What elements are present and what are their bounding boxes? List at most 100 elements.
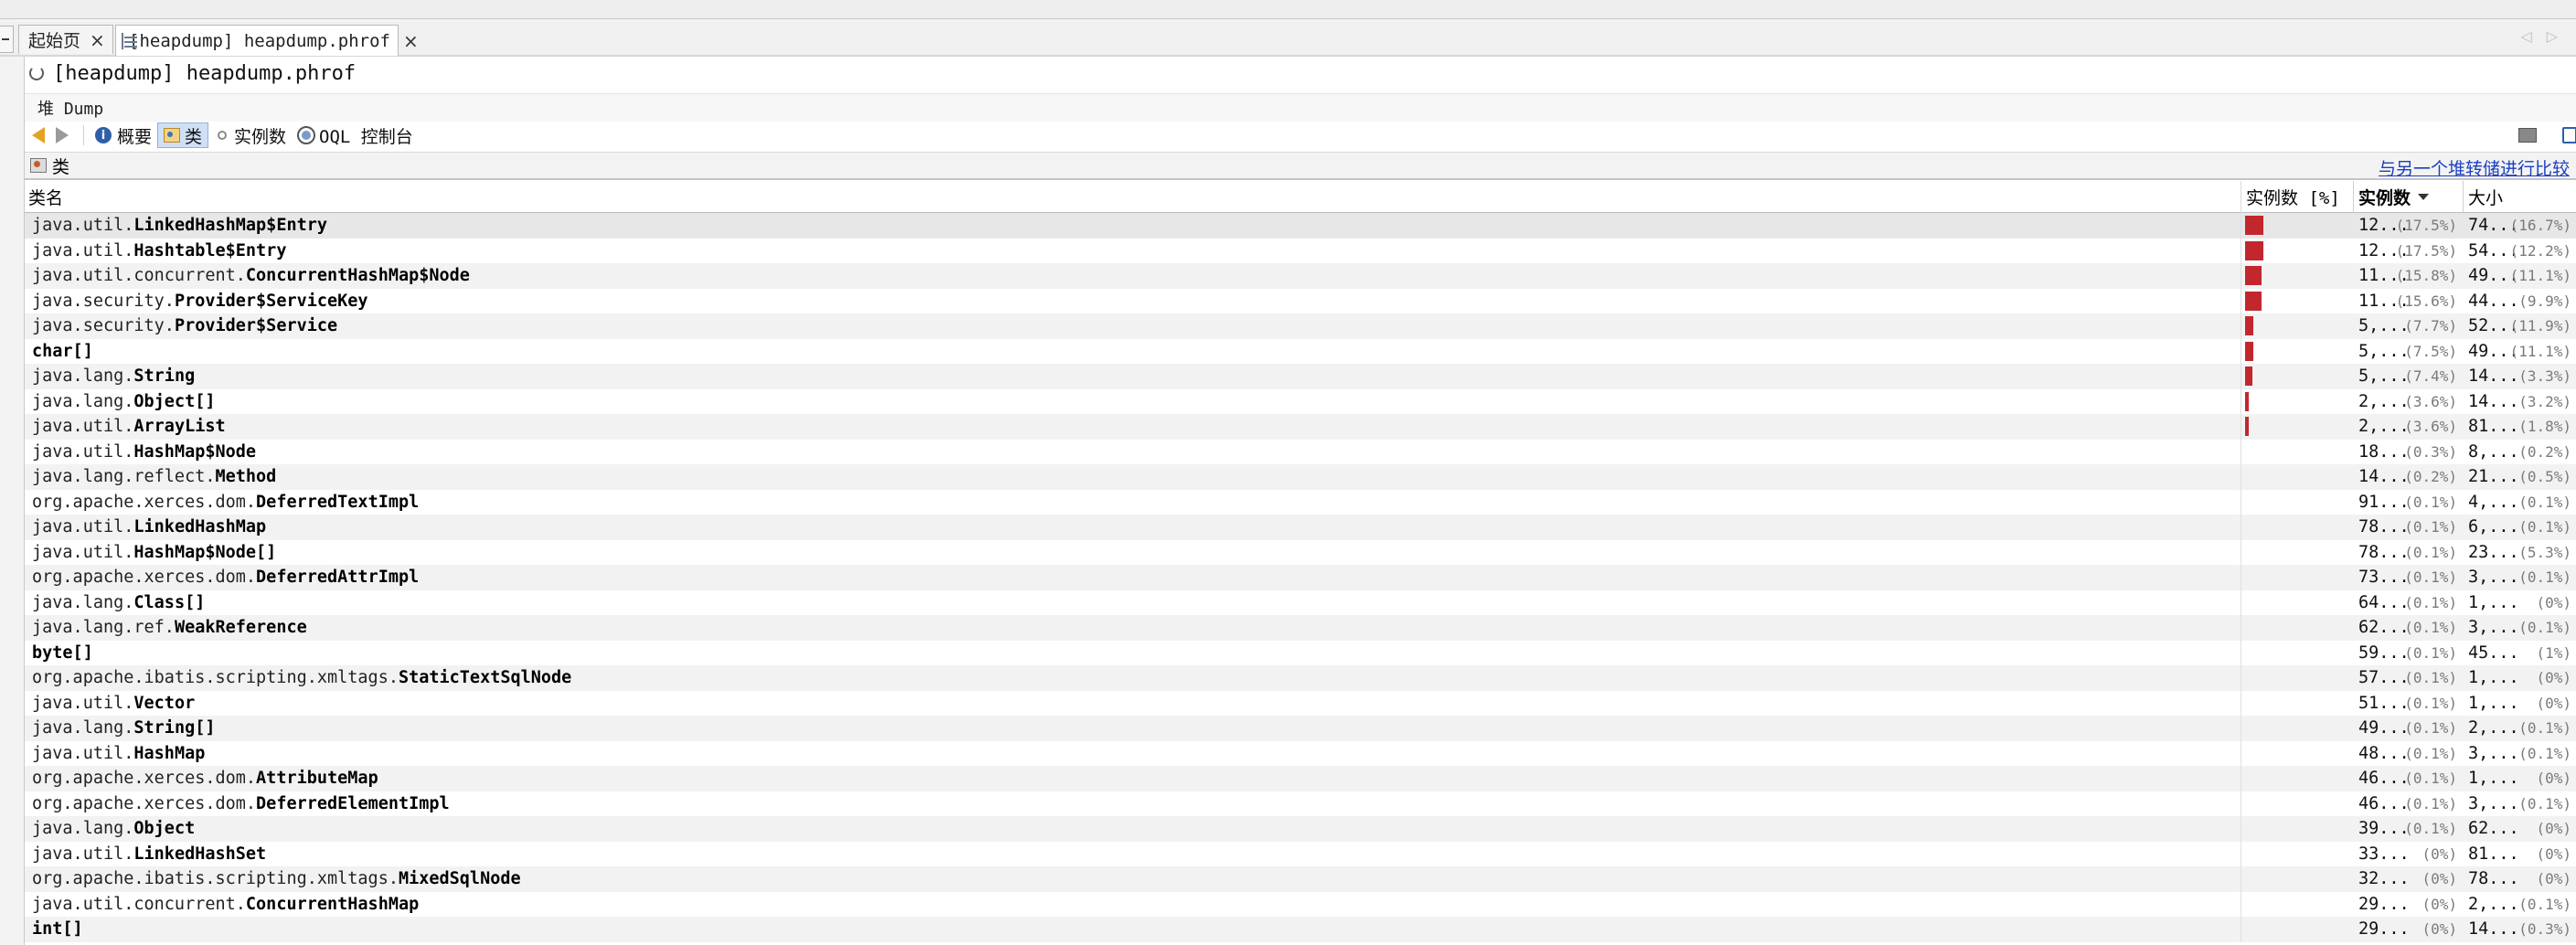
table-row[interactable]: java.lang.Class[] 64... (0.1%) 1,... (0%) <box>25 589 2576 615</box>
table-row[interactable]: char[] 5,... (7.5%) 49... (11.1%) <box>25 338 2576 364</box>
package-name: org.apache.ibatis.scripting.xmltags. <box>32 668 399 687</box>
size-value: 45... <box>2468 642 2519 663</box>
table-row[interactable]: org.apache.ibatis.scripting.xmltags.Stat… <box>25 665 2576 691</box>
tab-start-page[interactable]: 起始页 × <box>18 25 113 54</box>
instances-pct-bar <box>2245 366 2252 386</box>
instances-pct-bar-cell <box>2241 866 2354 892</box>
heapdump-viewer-window: 起始页 × [heapdump] heapdump.phrof × ◁ ▷ [h… <box>0 0 2576 945</box>
table-row[interactable]: java.util.concurrent.ConcurrentHashMap 29… <box>25 891 2576 917</box>
table-row[interactable]: org.apache.xerces.dom.DeferredElementImp… <box>25 791 2576 816</box>
table-row[interactable]: java.util.LinkedHashSet 33... (0%) 81... (0%… <box>25 841 2576 866</box>
table-row[interactable]: org.apache.xerces.dom.DeferredTextImpl 91… <box>25 489 2576 515</box>
size-cell: 21... (0.5%) <box>2463 464 2576 490</box>
classes-icon <box>164 128 181 143</box>
heap-dump-label: 堆 Dump <box>37 100 104 119</box>
size-cell: 14... (3.3%) <box>2463 364 2576 389</box>
size-percent: (11.9%) <box>2509 317 2571 334</box>
size-percent: (0.3%) <box>2518 920 2571 938</box>
instances-pct-bar-cell <box>2241 388 2354 414</box>
table-row[interactable]: byte[] 59... (0.1%) 45... (1%) <box>25 640 2576 665</box>
size-percent: (3.2%) <box>2518 392 2571 410</box>
instances-button[interactable]: 实例数 <box>208 122 292 148</box>
table-row[interactable]: java.util.LinkedHashMap 78... (0.1%) 6,...(… <box>25 515 2576 540</box>
tab-heapdump[interactable]: [heapdump] heapdump.phrof × <box>115 25 419 56</box>
scroll-left-icon[interactable]: ◁ <box>2520 27 2531 45</box>
package-name: org.apache.xerces.dom. <box>32 793 257 813</box>
instances-pct-bar-cell <box>2241 515 2354 540</box>
close-icon[interactable]: × <box>403 32 419 50</box>
table-row[interactable]: java.util.LinkedHashMap$Entry 12... (17.5%… <box>25 213 2576 239</box>
table-row[interactable]: org.apache.xerces.dom.AttributeMap 46...(… <box>25 766 2576 791</box>
table-row[interactable]: java.lang.Object[] 2,... (3.6%) 14... (3.2%) <box>25 388 2576 415</box>
close-icon[interactable]: × <box>90 31 105 49</box>
heapdump-icon <box>122 32 137 49</box>
classes-table: 类名 实例数 [%] 实例数 大小 java.util.LinkedHashMa… <box>25 181 2576 945</box>
package-name: java.util. <box>32 743 134 763</box>
oql-console-button[interactable]: OQL 控制台 <box>292 122 419 148</box>
column-header-instances[interactable]: 实例数 <box>2353 181 2463 212</box>
size-percent: (0.1%) <box>2518 518 2571 536</box>
size-cell: 6,... (0.1%) <box>2463 515 2576 540</box>
size-percent: (0%) <box>2536 844 2571 863</box>
class-simple-name: ConcurrentHashMap <box>245 894 420 914</box>
size-percent: (0.2%) <box>2518 442 2571 461</box>
table-row[interactable]: java.lang.String 5,... (7.4%) 14... (3.3%) <box>25 364 2576 389</box>
instance-count: 5,... <box>2358 341 2410 361</box>
column-header-size[interactable]: 大小 <box>2463 181 2576 212</box>
column-header-instances-pct[interactable]: 实例数 [%] <box>2241 181 2353 212</box>
forward-arrow-icon[interactable] <box>56 127 69 143</box>
view-toolbar: i 概要 类 实例数 OQL 控制台 <box>25 119 2576 152</box>
class-simple-name: LinkedHashSet <box>133 844 267 864</box>
table-row[interactable]: java.lang.String[] 49... (0.1%) 2,... (0.1%) <box>25 716 2576 741</box>
size-percent: (0.1%) <box>2518 568 2571 586</box>
table-row[interactable]: org.apache.ibatis.scripting.xmltags.Mixe… <box>25 866 2576 892</box>
instance-count: 91... <box>2358 492 2410 512</box>
back-arrow-icon[interactable] <box>32 127 45 143</box>
summary-button[interactable]: i 概要 <box>90 122 157 148</box>
package-name: java.security. <box>32 316 175 335</box>
package-name: org.apache.xerces.dom. <box>32 769 257 788</box>
class-simple-name: ArrayList <box>133 417 226 436</box>
instances-cell: 14... (0.2%) <box>2353 464 2463 490</box>
instance-count: 2,... <box>2358 391 2410 411</box>
table-row[interactable]: org.apache.xerces.dom.DeferredAttrImpl 73… <box>25 565 2576 590</box>
table-row[interactable]: java.security.Provider$Service 5,... (7.7%… <box>25 313 2576 339</box>
size-percent: (3.3%) <box>2518 367 2571 385</box>
snapshot-icon[interactable] <box>2562 127 2576 143</box>
instance-count: 5,... <box>2358 316 2410 335</box>
class-simple-name: Provider$Service <box>174 316 338 335</box>
instance-count: 51... <box>2358 693 2410 713</box>
table-row[interactable]: java.lang.ref.WeakReference 62... (0.1%) 3,… <box>25 615 2576 641</box>
table-row[interactable]: java.util.Hashtable$Entry 12... (17.5%) 54.… <box>25 238 2576 263</box>
size-value: 62... <box>2468 819 2519 838</box>
size-value: 14... <box>2468 391 2519 411</box>
scroll-right-icon[interactable]: ▷ <box>2547 27 2558 45</box>
table-row[interactable]: java.util.HashMap$Node[] 78... (0.1%) 23...… <box>25 539 2576 565</box>
instances-cell: 2,... (3.6%) <box>2353 389 2463 415</box>
table-row[interactable]: java.util.Vector 51... (0.1%) 1,... (0%) <box>25 690 2576 716</box>
table-row[interactable]: int[] 29... (0%) 14... (0.3%) <box>25 917 2576 942</box>
package-name: java.security. <box>32 291 175 311</box>
table-row[interactable]: java.util.concurrent.ConcurrentHashMap$N… <box>25 263 2576 289</box>
size-value: 6,... <box>2468 517 2519 536</box>
column-header-class-name[interactable]: 类名 <box>28 181 2241 212</box>
table-row[interactable]: java.util.HashMap$Node 18... (0.3%) 8,... (0… <box>25 439 2576 464</box>
classes-button[interactable]: 类 <box>157 122 209 148</box>
export-icon[interactable] <box>2518 128 2537 143</box>
size-percent: (5.3%) <box>2518 543 2571 561</box>
table-row[interactable]: java.lang.Object 39... (0.1%) 62... (0%) <box>25 816 2576 842</box>
class-name-cell: java.util.concurrent.ConcurrentHashMap$N… <box>32 263 2226 289</box>
instance-count: 48... <box>2358 743 2410 763</box>
table-row[interactable]: java.util.HashMap 48... (0.1%) 3,... (0.1%) <box>25 740 2576 766</box>
table-row[interactable]: java.lang.reflect.Method 14... (0.2%) 21...… <box>25 464 2576 490</box>
table-row[interactable]: java.util.ArrayList 2,... (3.6%) 81... (1.8%… <box>25 414 2576 440</box>
compare-heap-dump-link[interactable]: 与另一个堆转储进行比较 <box>2379 155 2570 180</box>
class-name-cell: java.util.LinkedHashMap$Entry <box>32 213 2226 239</box>
table-row[interactable]: java.security.Provider$ServiceKey 11... (1… <box>25 288 2576 313</box>
instances-pct-bar-cell <box>2241 665 2354 691</box>
class-name-cell: org.apache.xerces.dom.DeferredTextImpl <box>32 490 2226 515</box>
class-name-cell: java.security.Provider$Service <box>32 313 2226 339</box>
instances-pct-bar-cell <box>2241 364 2354 389</box>
minimize-panel-button[interactable] <box>0 26 14 53</box>
instances-pct-bar <box>2245 291 2262 311</box>
